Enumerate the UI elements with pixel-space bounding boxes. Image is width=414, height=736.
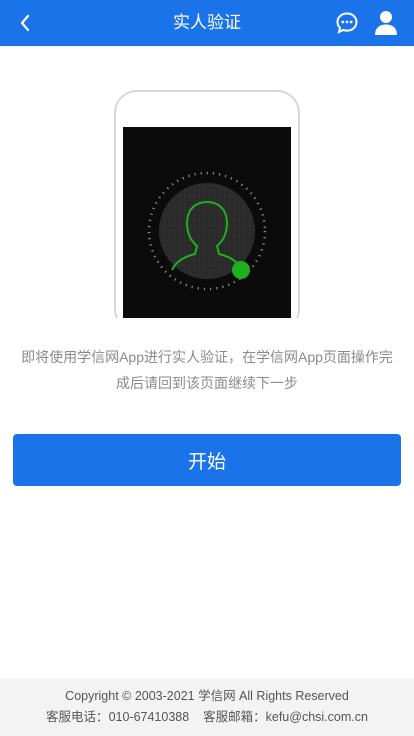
copyright-text: Copyright © 2003-2021 学信网 All Rights Res… xyxy=(65,689,349,703)
contact-info: 客服电话：010-67410388 客服邮箱：kefu@chsi.com.cn xyxy=(0,709,414,725)
email-label: 客服邮箱： xyxy=(203,710,266,724)
face-verification-illustration xyxy=(114,90,300,318)
phone-label: 客服电话： xyxy=(46,710,109,724)
user-icon[interactable] xyxy=(374,10,398,36)
start-button[interactable]: 开始 xyxy=(13,434,401,486)
page-footer: Copyright © 2003-2021 学信网 All Rights Res… xyxy=(0,678,414,736)
verification-description: 即将使用学信网App进行实人验证，在学信网App页面操作完成后请回到该页面继续下… xyxy=(21,349,393,391)
chat-bubble-icon[interactable] xyxy=(335,11,359,35)
phone-link[interactable]: 010-67410388 xyxy=(109,710,190,724)
top-navigation-bar: 实人验证 xyxy=(0,0,414,46)
email-link[interactable]: kefu@chsi.com.cn xyxy=(266,710,368,724)
